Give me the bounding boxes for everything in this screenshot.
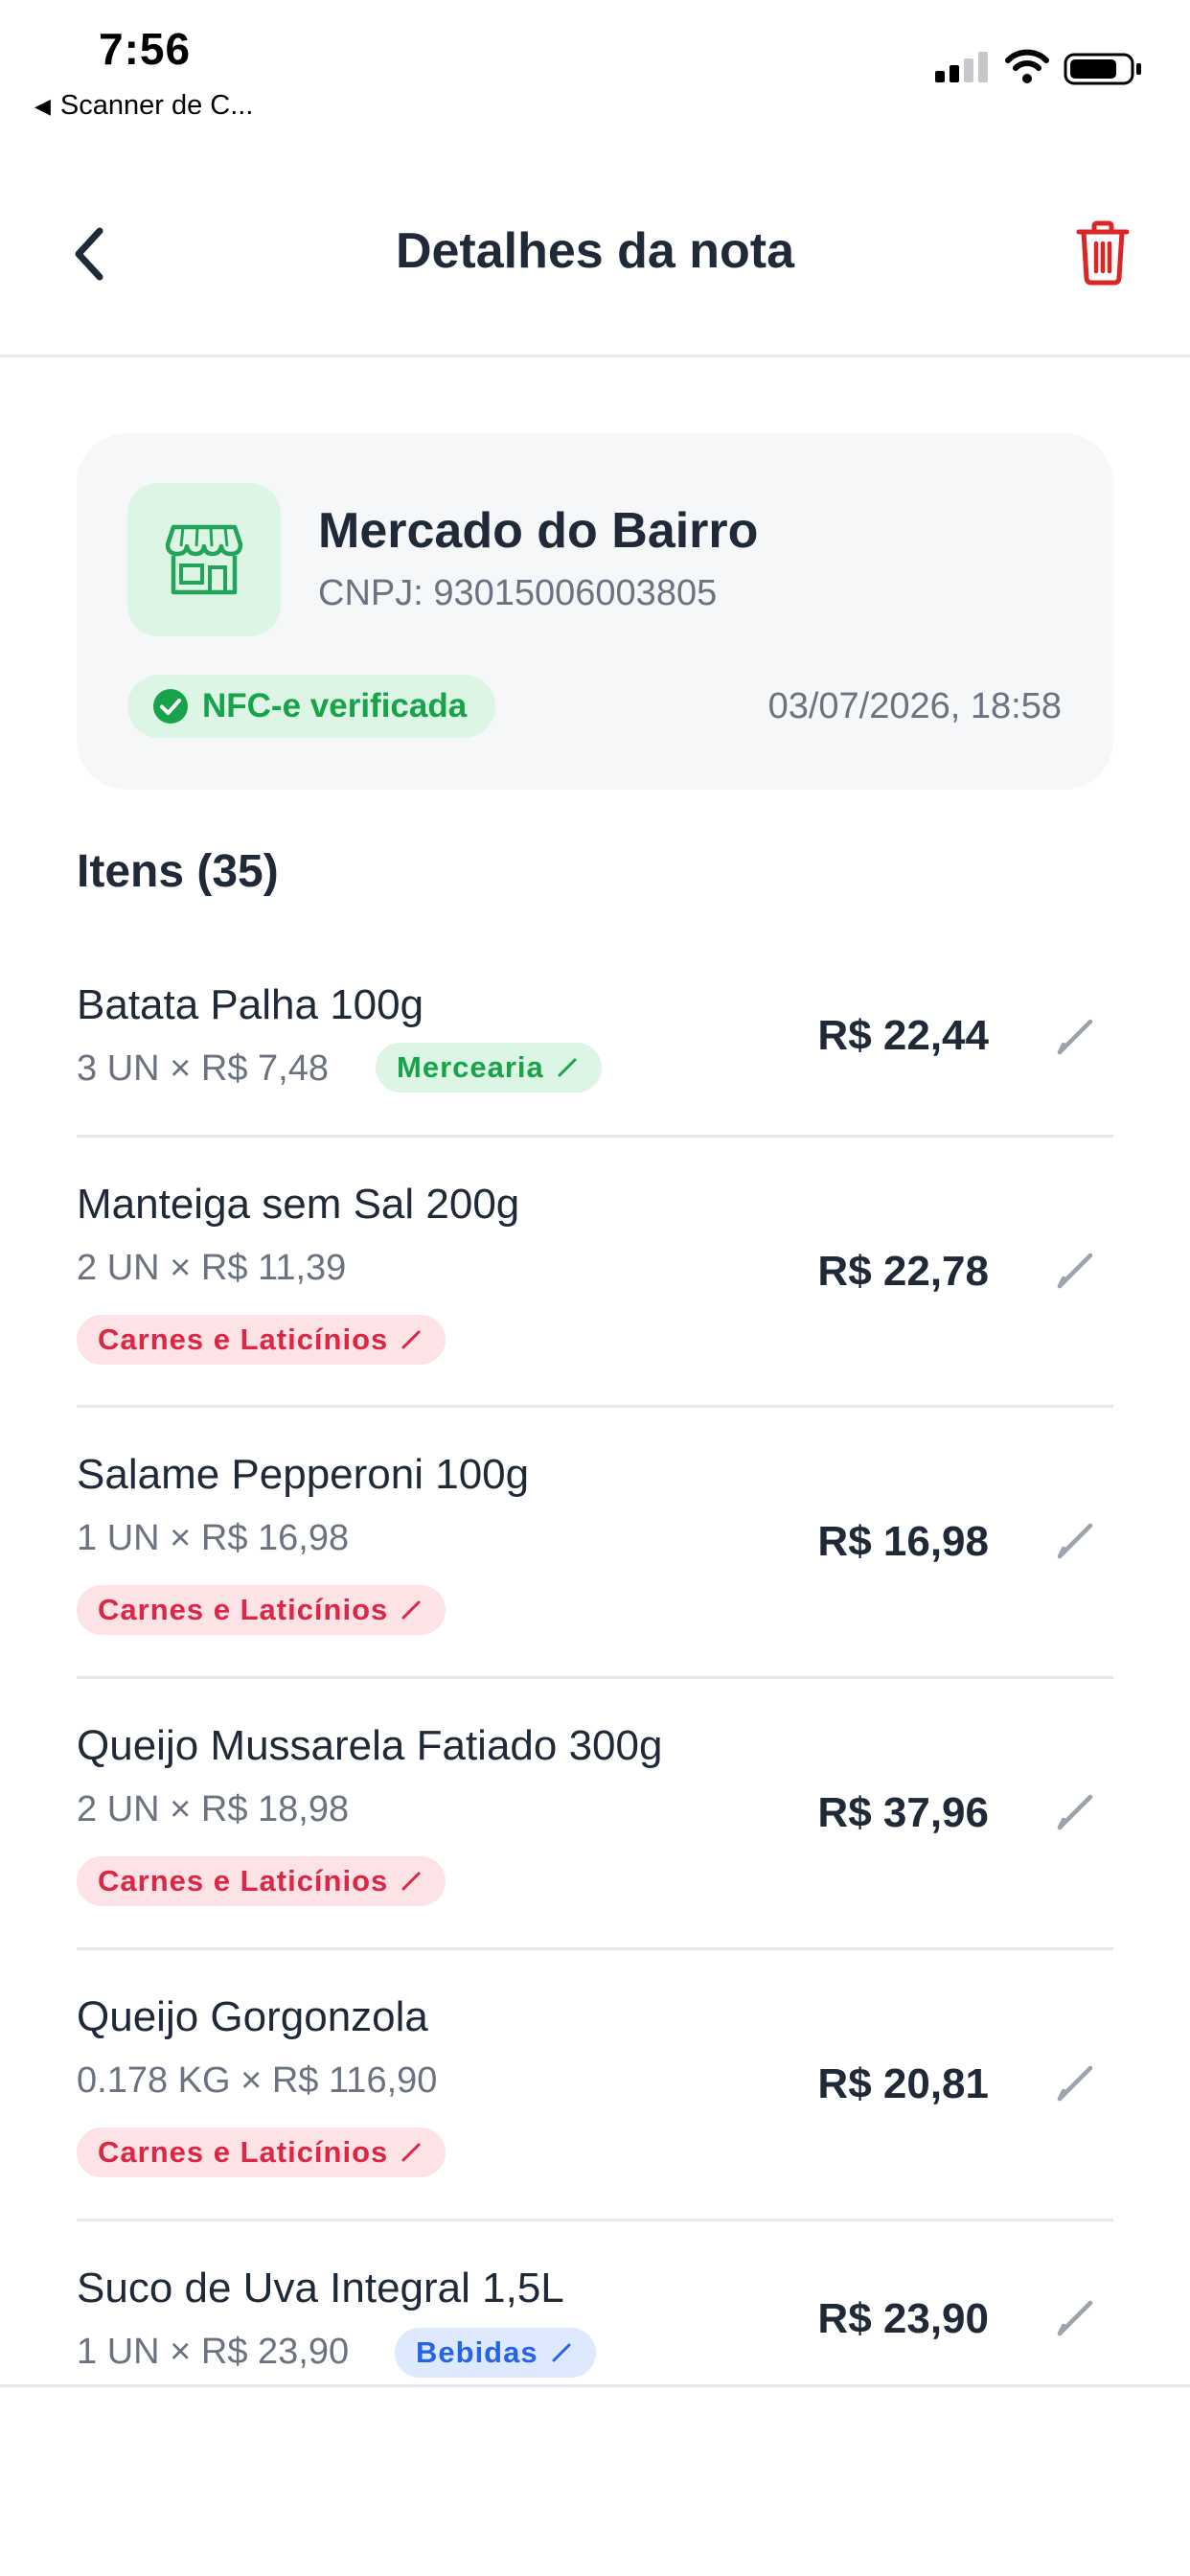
list-item[interactable]: Queijo Gorgonzola 0.178 KG × R$ 116,90 C… xyxy=(77,1947,1113,2221)
category-label: Carnes e Laticínios xyxy=(98,1593,389,1626)
category-label: Bebidas xyxy=(416,2335,538,2369)
trash-icon xyxy=(1076,220,1130,286)
category-label: Carnes e Laticínios xyxy=(98,2135,389,2169)
item-name: Manteiga sem Sal 200g xyxy=(77,1181,520,1228)
item-name: Batata Palha 100g xyxy=(77,981,424,1028)
status-time: 7:56 xyxy=(99,24,192,74)
item-quantity: 0.178 KG × R$ 116,90 xyxy=(77,2060,438,2101)
purchase-date: 03/07/2026, 18:58 xyxy=(767,686,1062,726)
edit-item-button[interactable] xyxy=(1046,2055,1104,2112)
category-chip[interactable]: Mercearia xyxy=(376,1043,602,1092)
pencil-icon xyxy=(1057,1523,1093,1559)
item-total: R$ 22,44 xyxy=(817,1012,989,1059)
edit-item-button[interactable] xyxy=(1046,2289,1104,2347)
store-name: Mercado do Bairro xyxy=(318,503,759,559)
app-header: Detalhes da nota xyxy=(0,182,1190,357)
item-name: Queijo Gorgonzola xyxy=(77,1993,428,2040)
item-total: R$ 16,98 xyxy=(817,1518,989,1565)
item-name: Salame Pepperoni 100g xyxy=(77,1451,530,1498)
pencil-icon xyxy=(400,1598,423,1622)
pencil-icon xyxy=(556,1056,579,1079)
store-icon-container xyxy=(127,483,281,636)
verified-badge: NFC-e verificada xyxy=(127,675,496,738)
category-label: Carnes e Laticínios xyxy=(98,1864,389,1898)
pencil-icon xyxy=(1057,2300,1093,2336)
store-card: Mercado do Bairro CNPJ: 93015006003805 N… xyxy=(77,433,1113,790)
item-total: R$ 37,96 xyxy=(817,1789,989,1836)
item-total: R$ 20,81 xyxy=(817,2060,989,2107)
check-circle-icon xyxy=(153,689,188,724)
pencil-icon xyxy=(1057,1019,1093,1055)
category-chip[interactable]: Carnes e Laticínios xyxy=(77,2128,446,2177)
pencil-icon xyxy=(400,1328,423,1351)
verified-label: NFC-e verificada xyxy=(202,687,468,724)
battery-icon xyxy=(1064,53,1141,85)
delete-button[interactable] xyxy=(1071,217,1134,289)
item-quantity: 1 UN × R$ 16,98 xyxy=(77,1518,350,1558)
store-cnpj: CNPJ: 93015006003805 xyxy=(318,573,718,613)
category-chip[interactable]: Carnes e Laticínios xyxy=(77,1585,446,1635)
category-label: Mercearia xyxy=(397,1050,544,1084)
store-icon xyxy=(165,524,243,595)
item-quantity: 3 UN × R$ 7,48 xyxy=(77,1048,329,1089)
item-quantity: 1 UN × R$ 23,90 xyxy=(77,2332,350,2372)
category-chip[interactable]: Carnes e Laticínios xyxy=(77,1315,446,1365)
status-bar: 7:56 ◀ Scanner de C... xyxy=(0,0,1190,134)
list-item[interactable]: Manteiga sem Sal 200g 2 UN × R$ 11,39 Ca… xyxy=(77,1135,1113,1408)
back-to-app-link[interactable]: ◀ Scanner de C... xyxy=(34,90,253,122)
pencil-icon xyxy=(400,2141,423,2164)
list-item[interactable]: Batata Palha 100g 3 UN × R$ 7,48 Mercear… xyxy=(77,943,1113,1138)
item-quantity: 2 UN × R$ 11,39 xyxy=(77,1248,347,1288)
list-item[interactable]: Queijo Mussarela Fatiado 300g 2 UN × R$ … xyxy=(77,1676,1113,1950)
pencil-icon xyxy=(400,1870,423,1893)
item-total: R$ 23,90 xyxy=(817,2295,989,2342)
item-total: R$ 22,78 xyxy=(817,1248,989,1295)
pencil-icon xyxy=(1057,2065,1093,2102)
list-item[interactable]: Salame Pepperoni 100g 1 UN × R$ 16,98 Ca… xyxy=(77,1405,1113,1679)
category-chip[interactable]: Carnes e Laticínios xyxy=(77,1856,446,1906)
pencil-icon xyxy=(550,2341,573,2364)
back-app-label: Scanner de C... xyxy=(59,90,254,121)
edit-item-button[interactable] xyxy=(1046,1512,1104,1570)
back-triangle-icon: ◀ xyxy=(34,93,51,118)
edit-item-button[interactable] xyxy=(1046,1008,1104,1066)
edit-item-button[interactable] xyxy=(1046,1783,1104,1841)
page-title: Detalhes da nota xyxy=(395,223,795,279)
edit-item-button[interactable] xyxy=(1046,1242,1104,1300)
pencil-icon xyxy=(1057,1794,1093,1830)
item-name: Suco de Uva Integral 1,5L xyxy=(77,2265,564,2312)
category-label: Carnes e Laticínios xyxy=(98,1322,389,1356)
wifi-icon xyxy=(1005,49,1049,83)
category-chip[interactable]: Bebidas xyxy=(395,2328,596,2378)
list-item[interactable]: Suco de Uva Integral 1,5L 1 UN × R$ 23,9… xyxy=(77,2219,1113,2384)
bottom-divider xyxy=(0,2384,1190,2387)
item-name: Queijo Mussarela Fatiado 300g xyxy=(77,1722,663,1769)
cellular-signal-icon xyxy=(935,52,988,82)
pencil-icon xyxy=(1057,1253,1093,1289)
item-quantity: 2 UN × R$ 18,98 xyxy=(77,1789,350,1829)
items-section-title: Itens (35) xyxy=(77,846,279,897)
